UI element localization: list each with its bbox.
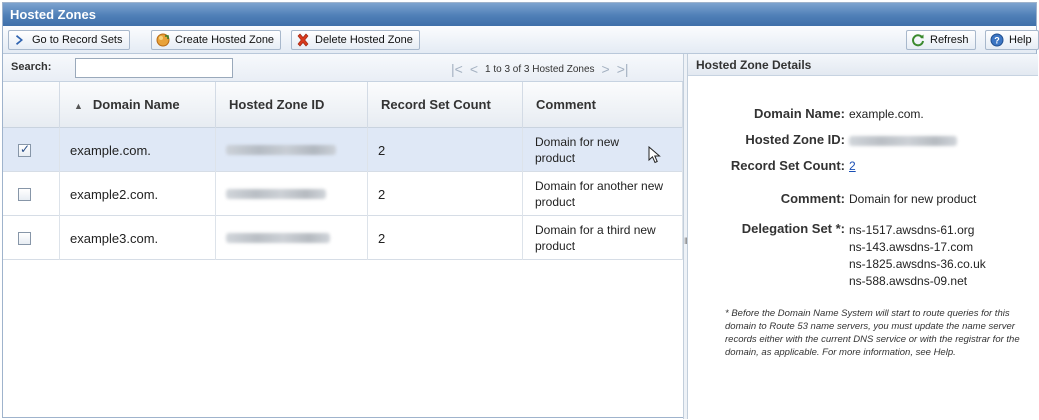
delete-hosted-zone-label: Delete Hosted Zone (315, 34, 413, 46)
row-checkbox[interactable] (18, 142, 31, 157)
detail-domain-name-value: example.com. (849, 107, 924, 121)
record-set-count-cell: 2 (368, 172, 523, 216)
name-server-item: ns-1517.awsdns-61.org (849, 223, 975, 237)
search-label: Search: (11, 61, 52, 73)
row-checkbox[interactable] (18, 187, 31, 201)
delete-hosted-zone-button[interactable]: Delete Hosted Zone (291, 30, 420, 50)
sort-ascending-icon: ▲ (74, 101, 83, 111)
table-row[interactable]: example.com. 2 Domain for new product (3, 128, 683, 172)
detail-hosted-zone-id-value (849, 135, 957, 149)
domain-name-cell: example3.com. (60, 216, 216, 260)
pagination-text: 1 to 3 of 3 Hosted Zones (485, 63, 595, 75)
previous-page-icon[interactable]: < (470, 62, 478, 76)
table-row[interactable]: example3.com. 2 Domain for a third new p… (3, 216, 683, 260)
svg-text:?: ? (994, 36, 1000, 46)
next-page-icon[interactable]: > (602, 62, 610, 76)
record-set-count-link[interactable]: 2 (849, 159, 856, 173)
row-checkbox-cell (3, 128, 60, 172)
chevron-right-icon (13, 33, 27, 47)
redacted-zone-id (226, 145, 336, 155)
name-server-item: ns-143.awsdns-17.com (849, 240, 974, 254)
search-input[interactable] (75, 58, 233, 78)
header-record-set-count[interactable]: Record Set Count (368, 82, 523, 128)
first-page-icon[interactable]: |< (451, 62, 463, 76)
redacted-zone-id (226, 233, 330, 243)
redacted-zone-id (226, 189, 326, 199)
detail-delegation-set-label: Delegation Set *: (741, 221, 845, 236)
mouse-cursor-icon (648, 146, 661, 164)
row-checkbox-cell (3, 216, 60, 260)
row-checkbox-cell (3, 172, 60, 216)
detail-record-set-count-label: Record Set Count: (730, 158, 845, 173)
domain-name-cell: example.com. (60, 128, 216, 172)
refresh-icon (911, 33, 925, 47)
help-icon: ? (990, 33, 1004, 47)
comment-cell: Domain for another new product (523, 172, 683, 216)
panel-title: Hosted Zones (3, 3, 1036, 26)
row-checkbox[interactable] (18, 231, 31, 245)
last-page-icon[interactable]: >| (617, 62, 629, 76)
name-server-item: ns-1825.awsdns-36.co.uk (849, 257, 986, 271)
table-header: ▲ Domain Name Hosted Zone ID Record Set C… (3, 82, 683, 128)
create-hosted-zone-button[interactable]: Create Hosted Zone (151, 30, 282, 50)
go-to-record-sets-button[interactable]: Go to Record Sets (8, 30, 130, 50)
go-to-record-sets-label: Go to Record Sets (32, 34, 123, 46)
create-hosted-zone-label: Create Hosted Zone (175, 34, 275, 46)
search-bar: Search: |< < 1 to 3 of 3 Hosted Zones > … (3, 54, 683, 82)
detail-comment-value: Domain for new product (849, 192, 977, 206)
header-comment[interactable]: Comment (523, 82, 683, 128)
record-set-count-cell: 2 (368, 128, 523, 172)
delete-x-icon (296, 33, 310, 47)
domain-name-cell: example2.com. (60, 172, 216, 216)
header-domain-name-label: Domain Name (92, 97, 180, 112)
hosted-zone-id-cell (216, 216, 368, 260)
name-server-item: ns-588.awsdns-09.net (849, 274, 968, 288)
hosted-zones-panel: Hosted Zones Go to Record Sets Create Ho… (2, 2, 1039, 419)
help-label: Help (1009, 34, 1032, 46)
record-set-count-cell: 2 (368, 216, 523, 260)
toolbar: Go to Record Sets Create Hosted Zone Del… (3, 26, 1039, 54)
header-select (3, 82, 60, 128)
redacted-zone-id (849, 136, 957, 146)
name-server-list: ns-1517.awsdns-61.org ns-143.awsdns-17.c… (849, 222, 986, 290)
pagination: |< < 1 to 3 of 3 Hosted Zones > >| (451, 60, 629, 78)
detail-hosted-zone-id-label: Hosted Zone ID: (745, 132, 845, 147)
hosted-zone-id-cell (216, 172, 368, 216)
help-button[interactable]: ? Help (985, 30, 1039, 50)
delegation-note: * Before the Domain Name System will sta… (725, 308, 1020, 358)
detail-domain-name-label: Domain Name: (753, 106, 845, 121)
header-domain-name[interactable]: ▲ Domain Name (60, 82, 216, 128)
details-title: Hosted Zone Details (688, 54, 1038, 76)
detail-comment-label: Comment: (780, 191, 845, 206)
table-row[interactable]: example2.com. 2 Domain for another new p… (3, 172, 683, 216)
comment-cell: Domain for a third new product (523, 216, 683, 260)
detail-record-set-count-value: 2 (849, 159, 856, 173)
create-zone-icon (156, 33, 170, 47)
header-hosted-zone-id[interactable]: Hosted Zone ID (216, 82, 368, 128)
refresh-label: Refresh (930, 34, 969, 46)
hosted-zone-id-cell (216, 128, 368, 172)
refresh-button[interactable]: Refresh (906, 30, 976, 50)
hosted-zone-details-panel: Hosted Zone Details Domain Name: example… (688, 54, 1038, 419)
